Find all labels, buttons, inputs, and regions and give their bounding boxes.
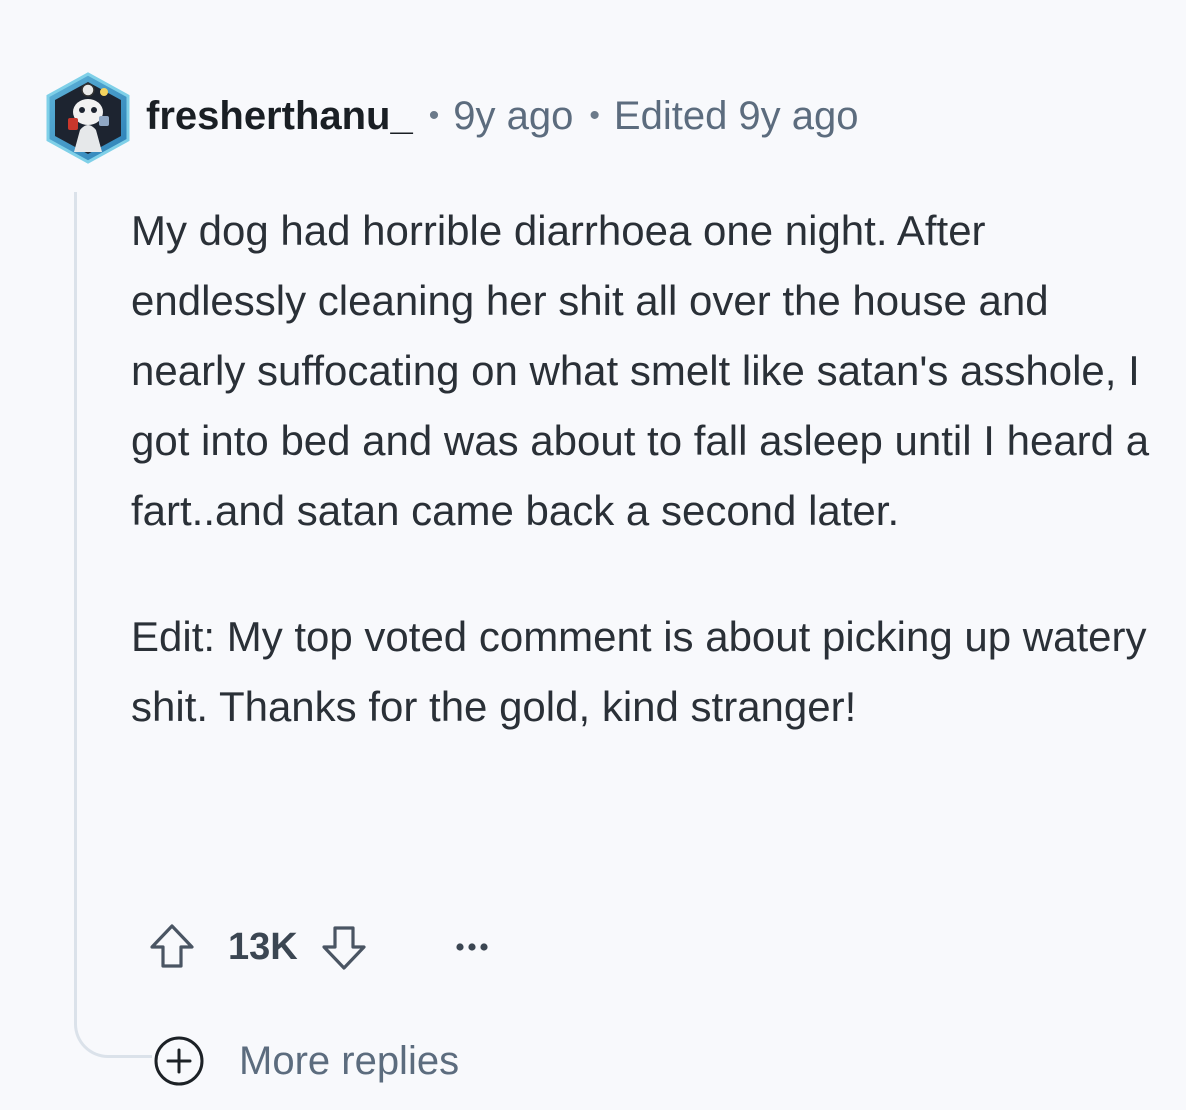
- meta-separator: •: [589, 99, 600, 132]
- upvote-button[interactable]: [138, 912, 206, 982]
- meta-separator: •: [428, 99, 440, 132]
- comment-actions: 13K: [138, 912, 502, 982]
- comment-body: My dog had horrible diarrhoea one night.…: [131, 196, 1171, 742]
- user-avatar[interactable]: [38, 68, 138, 168]
- score-count: 13K: [228, 925, 298, 968]
- comment-paragraph: My dog had horrible diarrhoea one night.…: [131, 207, 1150, 534]
- comment-time[interactable]: 9y ago: [453, 94, 573, 139]
- edited-time: Edited 9y ago: [613, 93, 859, 138]
- arrow-down-outline-icon: [322, 926, 366, 970]
- more-replies-button[interactable]: More replies: [153, 1032, 460, 1090]
- ellipsis-icon: [456, 943, 488, 951]
- comment-meta: fresherthanu_ • 9y ago • Edited 9y ago: [146, 91, 859, 141]
- downvote-button[interactable]: [310, 912, 378, 982]
- username-link[interactable]: fresherthanu_: [146, 94, 413, 139]
- comment-paragraph: Edit: My top voted comment is about pick…: [131, 613, 1147, 730]
- more-replies-label: More replies: [239, 1038, 460, 1083]
- overflow-menu-button[interactable]: [442, 912, 502, 982]
- arrow-up-outline-icon: [150, 924, 194, 968]
- plus-circle-icon: [154, 1036, 204, 1086]
- avatar-image: [46, 72, 130, 164]
